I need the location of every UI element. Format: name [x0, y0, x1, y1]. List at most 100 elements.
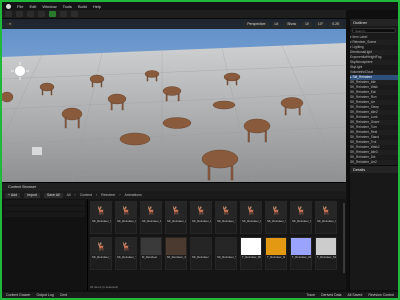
asset-tile[interactable]: 🦌SK_Reindeer_Look [290, 201, 312, 234]
asset-label: SK_Reindeer_Lie [242, 219, 261, 223]
menu-edit[interactable]: Edit [29, 4, 36, 9]
asset-tile[interactable]: T_Reindeer_ORM [290, 237, 312, 270]
asset-label: SK_Reindeer_Turn_L [92, 255, 111, 259]
chevron-right-icon: › [95, 193, 98, 197]
asset-label: MI_Reindeer_Fur [167, 255, 186, 259]
asset-label: SK_Reindeer_Look [292, 219, 311, 223]
breadcrumb-item[interactable]: Animations [125, 193, 142, 197]
derived-data-button[interactable]: Derived Data [321, 293, 341, 297]
asset-thumbnail-icon [291, 238, 311, 255]
asset-thumbnail-icon: 🦌 [91, 202, 111, 219]
asset-thumbnail-icon [241, 238, 261, 255]
main-toolbar [2, 10, 346, 19]
asset-tile[interactable]: 🦌SK_Reindeer_Idle_2 [115, 201, 137, 234]
chevron-right-icon: › [119, 193, 121, 197]
cmd-input[interactable]: Cmd [60, 293, 67, 297]
asset-thumbnail-icon [266, 238, 286, 255]
asset-tile[interactable]: MI_Reindeer_Fur [165, 237, 187, 270]
source-folder-row[interactable] [4, 212, 85, 217]
content-browser-toolbar: + Add Import Save All All › Content › Re… [2, 191, 346, 199]
chevron-right-icon: › [74, 193, 76, 197]
asset-label: T_Reindeer_Mask [317, 255, 336, 259]
lit-button[interactable]: Lit [271, 21, 282, 27]
asset-tile[interactable]: T_Reindeer_N [265, 237, 287, 270]
outliner-title: Outliner [350, 19, 398, 26]
reindeer-mesh[interactable] [162, 117, 192, 129]
reindeer-mesh[interactable] [2, 91, 14, 103]
viewport-options-icon[interactable]: ≡ [6, 21, 15, 27]
asset-tile[interactable]: 🦌SK_Reindeer_Walk [165, 201, 187, 234]
source-folder-row[interactable] [4, 206, 85, 211]
asset-grid-scrollbar[interactable] [343, 203, 345, 273]
outliner-search-input[interactable]: Search... [352, 28, 396, 33]
asset-tile[interactable]: SK_Reindeer [190, 237, 212, 270]
asset-tile[interactable]: T_Reindeer_Mask [315, 237, 337, 270]
menu-file[interactable]: File [17, 4, 23, 9]
asset-label: SK_Reindeer_Trot [217, 219, 236, 223]
revision-control-button[interactable]: Revision Control [368, 293, 394, 297]
grid-snap-value[interactable]: 10 [301, 21, 312, 27]
show-button[interactable]: Show [284, 21, 299, 27]
asset-tile[interactable]: 🦌SK_Reindeer_Turn_R [115, 237, 137, 270]
details-panel: Details [349, 165, 398, 290]
status-bar: Content Drawer Output Log Cmd Trace Deri… [2, 292, 398, 298]
output-log-button[interactable]: Output Log [37, 293, 54, 297]
level-viewport[interactable]: ≡ Perspective Lit Show 10 10° 0.25 [2, 19, 346, 182]
perspective-button[interactable]: Perspective [244, 21, 269, 27]
asset-tile[interactable]: 🦌SK_Reindeer_Sleep [265, 201, 287, 234]
blueprint-icon[interactable] [38, 11, 45, 17]
asset-tile[interactable]: 🦌SK_Reindeer_Graze [315, 201, 337, 234]
camera-icon[interactable] [32, 147, 42, 155]
trace-button[interactable]: Trace [306, 293, 315, 297]
reindeer-mesh[interactable] [212, 100, 236, 110]
menu-window[interactable]: Window [42, 4, 56, 9]
stop-icon[interactable] [71, 11, 78, 17]
menu-help[interactable]: Help [93, 4, 101, 9]
breadcrumb-item[interactable]: Content [80, 193, 92, 197]
select-mode-icon[interactable] [16, 11, 23, 17]
asset-thumbnail-icon [166, 238, 186, 255]
tab-content-browser[interactable]: Content Browser [5, 185, 39, 189]
asset-thumbnail-icon: 🦌 [116, 238, 136, 255]
save-all-button[interactable]: Save All [43, 192, 63, 198]
scale-snap-value[interactable]: 0.25 [329, 21, 342, 27]
asset-grid: 🦌SK_Reindeer_Idle🦌SK_Reindeer_Idle_2🦌SK_… [90, 201, 342, 284]
asset-tile[interactable]: 🦌SK_Reindeer_Lie [240, 201, 262, 234]
breadcrumb-item[interactable]: Reindeer [101, 193, 115, 197]
asset-label: SK_Reindeer_Walk [167, 219, 186, 223]
content-browser-tabs: Content Browser [2, 183, 346, 191]
directional-light-icon[interactable] [15, 66, 25, 76]
import-button[interactable]: Import [24, 192, 40, 198]
asset-label: SK_Reindeer_Eat [142, 219, 161, 223]
angle-snap-value[interactable]: 10° [314, 21, 327, 27]
outliner-tree: ▾ Item Label ▾ Reindeer_Scene ▾ Lighting … [350, 35, 398, 170]
asset-label: SK_Reindeer_Turn_R [117, 255, 136, 259]
source-folder-row[interactable] [4, 200, 85, 205]
sources-panel [2, 199, 88, 290]
save-icon[interactable] [5, 11, 12, 17]
menu-tools[interactable]: Tools [63, 4, 72, 9]
asset-tile[interactable]: M_Reindeer [140, 237, 162, 270]
asset-tile[interactable]: 🦌SK_Reindeer_Eat [140, 201, 162, 234]
add-button[interactable]: + Add [5, 192, 21, 198]
asset-thumbnail-icon [216, 238, 236, 255]
content-browser: Content Browser + Add Import Save All Al… [2, 182, 346, 290]
viewport-scene [2, 19, 346, 182]
reindeer-mesh[interactable] [119, 132, 151, 146]
asset-thumbnail-icon: 🦌 [191, 202, 211, 219]
asset-tile[interactable]: T_Reindeer_BC [240, 237, 262, 270]
asset-label: SK_Reindeer_Idle_2 [117, 219, 136, 223]
pause-icon[interactable] [60, 11, 67, 17]
asset-tile[interactable]: 🦌SK_Reindeer_Run [190, 201, 212, 234]
add-actor-icon[interactable] [27, 11, 34, 17]
asset-tile[interactable]: 🦌SK_Reindeer_Trot [215, 201, 237, 234]
breadcrumb-item[interactable]: All [67, 193, 71, 197]
outliner-panel: Outliner Search... ▾ Item Label ▾ Reindee… [349, 19, 398, 169]
asset-tile[interactable]: SK_Reindeer_Skeleton [215, 237, 237, 270]
asset-tile[interactable]: 🦌SK_Reindeer_Turn_L [90, 237, 112, 270]
content-drawer-button[interactable]: Content Drawer [6, 293, 31, 297]
play-icon[interactable] [49, 11, 56, 17]
details-title: Details [350, 166, 398, 173]
asset-tile[interactable]: 🦌SK_Reindeer_Idle [90, 201, 112, 234]
menu-build[interactable]: Build [78, 4, 87, 9]
